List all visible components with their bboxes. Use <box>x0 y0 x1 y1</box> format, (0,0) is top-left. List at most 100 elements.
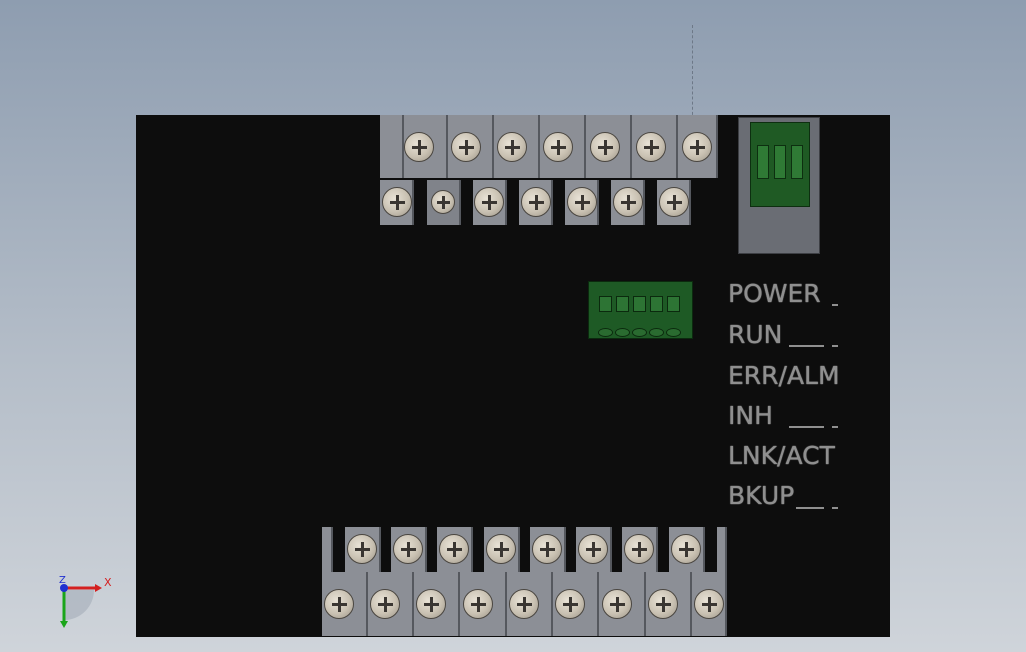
terminal <box>657 180 691 225</box>
terminal <box>391 527 427 572</box>
led-indicator <box>832 426 838 428</box>
connector-screw <box>649 328 664 337</box>
terminal <box>622 527 658 572</box>
terminal <box>586 115 632 178</box>
terminal <box>669 527 705 572</box>
screw <box>543 132 573 162</box>
screw <box>324 589 354 619</box>
screw <box>486 534 516 564</box>
connector-pin <box>650 296 663 312</box>
terminal <box>448 115 494 178</box>
terminal <box>414 572 460 636</box>
center-guide-line <box>692 25 693 120</box>
terminal <box>484 527 520 572</box>
dip-switch-lever[interactable] <box>757 145 769 179</box>
terminal <box>576 527 612 572</box>
x-axis-arrowhead <box>95 584 102 592</box>
terminal <box>599 572 646 636</box>
led-indicator <box>789 426 824 428</box>
led-label-power: POWER <box>728 279 821 308</box>
dip-switch-housing <box>738 117 820 254</box>
terminal <box>507 572 553 636</box>
led-label-err-alm: ERR/ALM <box>728 361 840 390</box>
led-indicator <box>796 507 824 509</box>
screw <box>439 534 469 564</box>
terminal <box>494 115 540 178</box>
terminal <box>692 572 727 636</box>
view-orientation-triad[interactable]: X Z <box>50 572 120 632</box>
terminal <box>368 572 414 636</box>
y-axis-arrowhead <box>60 621 68 628</box>
screw <box>578 534 608 564</box>
terminal-spacer <box>322 527 333 572</box>
screw <box>613 187 643 217</box>
screw <box>555 589 585 619</box>
led-indicator <box>789 345 824 347</box>
terminal <box>565 180 599 225</box>
connector-screw <box>632 328 647 337</box>
terminal <box>678 115 718 178</box>
terminal <box>404 115 448 178</box>
screw <box>624 534 654 564</box>
terminal <box>646 572 692 636</box>
screw <box>404 132 434 162</box>
screw <box>659 187 689 217</box>
terminal <box>380 180 414 225</box>
led-indicator <box>832 345 838 347</box>
led-indicator <box>832 304 838 306</box>
connector-pin <box>599 296 612 312</box>
connector-pin <box>667 296 680 312</box>
screw <box>521 187 551 217</box>
dip-switch-lever[interactable] <box>791 145 803 179</box>
screw <box>347 534 377 564</box>
screw <box>474 187 504 217</box>
terminal <box>632 115 678 178</box>
screw <box>393 534 423 564</box>
terminal <box>322 572 368 636</box>
z-axis-label: Z <box>59 575 66 586</box>
led-label-lnk-act: LNK/ACT <box>728 441 835 470</box>
triad-plane <box>64 590 94 620</box>
screw <box>648 589 678 619</box>
connector-screw <box>615 328 630 337</box>
screw <box>431 190 455 214</box>
terminal-spacer <box>717 527 727 572</box>
screw <box>567 187 597 217</box>
connector-screw <box>666 328 681 337</box>
terminal <box>460 572 507 636</box>
connector-pin <box>633 296 646 312</box>
dip-switch-lever[interactable] <box>774 145 786 179</box>
terminal <box>345 527 381 572</box>
screw <box>532 534 562 564</box>
connector-pin <box>616 296 629 312</box>
screw <box>509 589 539 619</box>
screw <box>682 132 712 162</box>
terminal <box>553 572 599 636</box>
led-label-run: RUN <box>728 320 783 349</box>
terminal <box>473 180 507 225</box>
terminal <box>611 180 645 225</box>
screw <box>463 589 493 619</box>
communication-connector <box>588 281 693 339</box>
screw <box>694 589 724 619</box>
led-label-bkup: BKUP <box>728 481 795 510</box>
screw <box>636 132 666 162</box>
terminal <box>519 180 553 225</box>
screw <box>382 187 412 217</box>
terminal-spacer <box>380 115 404 178</box>
terminal <box>437 527 473 572</box>
led-label-inh: INH <box>728 401 773 430</box>
dip-switch <box>750 122 810 207</box>
screw <box>590 132 620 162</box>
screw <box>416 589 446 619</box>
x-axis-label: X <box>104 576 112 589</box>
screw <box>370 589 400 619</box>
terminal <box>540 115 586 178</box>
connector-screw <box>598 328 613 337</box>
terminal <box>530 527 566 572</box>
led-indicator <box>832 507 838 509</box>
screw <box>451 132 481 162</box>
screw <box>497 132 527 162</box>
terminal <box>427 180 461 225</box>
screw <box>671 534 701 564</box>
